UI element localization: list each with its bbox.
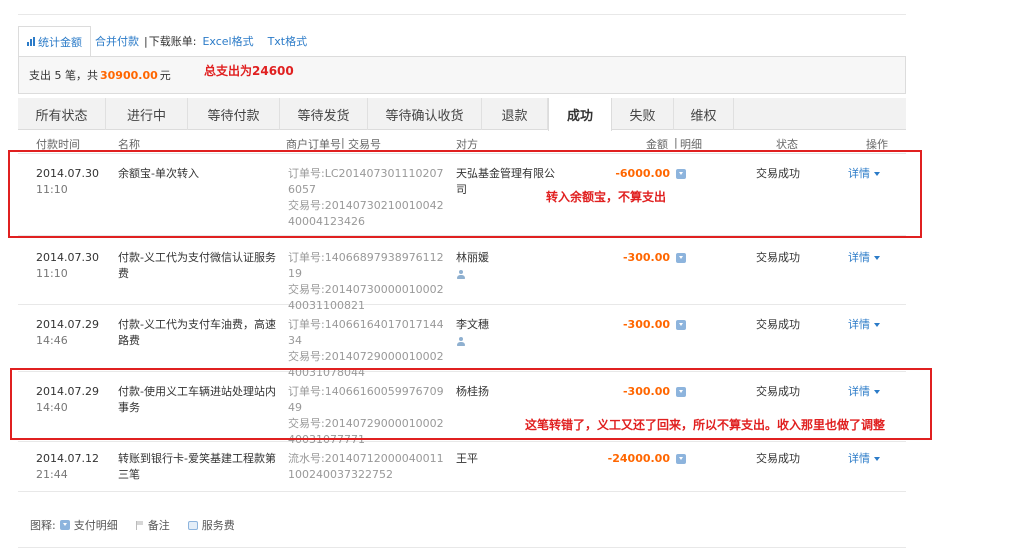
caret-down-icon[interactable]: [874, 256, 880, 260]
row-detail-dropdown[interactable]: 详情: [848, 250, 880, 266]
payment-detail-icon[interactable]: [676, 253, 686, 263]
row-name: 转账到银行卡-爱笑基建工程款第三笔: [118, 452, 276, 481]
row-serial-no: 流水号:20140712000040011100240037322752: [288, 452, 444, 481]
summary-amount: 30900.00: [100, 68, 158, 82]
merge-pay-link[interactable]: 合并付款: [91, 33, 143, 49]
tab-failed[interactable]: 失败: [612, 98, 674, 130]
table-row: 2014.07.30 11:10 付款-义工代为支付微信认证服务费 订单号:14…: [18, 236, 906, 312]
top-divider: [18, 14, 906, 15]
tab-all-status[interactable]: 所有状态: [18, 98, 106, 130]
row-amount: -24000.00: [607, 452, 670, 465]
row-name: 付款-义工代为支付车油费，高速路费: [118, 318, 276, 347]
row-detail-link[interactable]: 详情: [848, 452, 870, 465]
legend-service-fee: 服务费: [201, 519, 235, 532]
payment-detail-icon[interactable]: [676, 454, 686, 464]
annotation-box-yuebao: [8, 150, 922, 238]
legend-pay-detail: 支付明细: [73, 519, 118, 532]
row-name: 付款-义工代为支付微信认证服务费: [118, 251, 276, 280]
row-party: 林丽媛: [456, 251, 489, 264]
status-tabs: 所有状态 进行中 等待付款 等待发货 等待确认收货 退款 成功 失败 维权: [18, 98, 906, 131]
row-order-no: 订单号:1406689793897611219: [288, 251, 444, 280]
row-time: 11:10: [36, 267, 68, 280]
summary-unit: 元: [159, 69, 171, 82]
caret-down-icon[interactable]: [874, 323, 880, 327]
annotation-refund: 这笔转错了，义工又还了回来，所以不算支出。收入那里也做了调整: [525, 418, 886, 432]
row-detail-dropdown[interactable]: 详情: [848, 451, 880, 467]
tab-awaiting-shipment[interactable]: 等待发货: [280, 98, 368, 130]
row-date: 2014.07.30: [36, 251, 99, 264]
row-status: 交易成功: [756, 251, 800, 264]
annotation-yuebao: 转入余额宝，不算支出: [546, 190, 667, 204]
row-party: 李文穗: [456, 318, 489, 331]
row-status: 交易成功: [756, 452, 800, 465]
legend-title: 图释:: [30, 519, 56, 532]
excel-format-link[interactable]: Excel格式: [198, 33, 257, 49]
row-time: 21:44: [36, 468, 68, 481]
tab-success[interactable]: 成功: [548, 98, 612, 131]
tab-awaiting-confirm[interactable]: 等待确认收货: [368, 98, 482, 130]
row-detail-dropdown[interactable]: 详情: [848, 317, 880, 333]
flag-icon: [135, 520, 144, 530]
col-sep-1: |: [341, 136, 345, 149]
payment-detail-icon[interactable]: [676, 320, 686, 330]
row-amount: -300.00: [622, 318, 670, 331]
stats-amount-label: 统计金额: [38, 35, 82, 49]
service-fee-icon: [187, 520, 198, 530]
row-date: 2014.07.12: [36, 452, 99, 465]
bar-chart-icon: [27, 37, 35, 46]
row-status: 交易成功: [756, 318, 800, 331]
legend-remark: 备注: [147, 519, 170, 532]
table-row: 2014.07.12 21:44 转账到银行卡-爱笑基建工程款第三笔 流水号:2…: [18, 442, 906, 492]
tab-refund[interactable]: 退款: [482, 98, 548, 130]
legend: 图释: 支付明细 备注 服务费: [30, 517, 235, 533]
tab-awaiting-payment[interactable]: 等待付款: [188, 98, 280, 130]
tab-dispute[interactable]: 维权: [674, 98, 734, 130]
contact-icon[interactable]: [456, 337, 466, 347]
table-row: 2014.07.29 14:46 付款-义工代为支付车油费，高速路费 订单号:1…: [18, 305, 906, 379]
bottom-divider: [18, 547, 906, 548]
row-amount: -300.00: [622, 251, 670, 264]
contact-icon[interactable]: [456, 270, 466, 280]
caret-down-icon[interactable]: [874, 457, 880, 461]
summary-prefix: 支出 5 笔，共: [29, 69, 98, 82]
stats-amount-tab[interactable]: 统计金额: [18, 26, 91, 56]
payment-detail-icon: [59, 520, 70, 530]
row-party: 王平: [456, 452, 478, 465]
toolbar: 统计金额 合并付款 | 下载账单: Excel格式 Txt格式: [18, 26, 906, 56]
row-time: 14:46: [36, 334, 68, 347]
download-bill-label: 下载账单:: [148, 35, 197, 48]
txt-format-link[interactable]: Txt格式: [264, 33, 312, 49]
row-detail-link[interactable]: 详情: [848, 318, 870, 331]
row-detail-link[interactable]: 详情: [848, 251, 870, 264]
summary-bar: 支出 5 笔，共 30900.00 元: [18, 56, 906, 94]
col-sep-2: |: [674, 136, 678, 149]
row-date: 2014.07.29: [36, 318, 99, 331]
total-annotation: 总支出为24600: [204, 64, 294, 78]
tab-in-progress[interactable]: 进行中: [106, 98, 188, 130]
row-order-no: 订单号:1406616401701714434: [288, 318, 444, 347]
